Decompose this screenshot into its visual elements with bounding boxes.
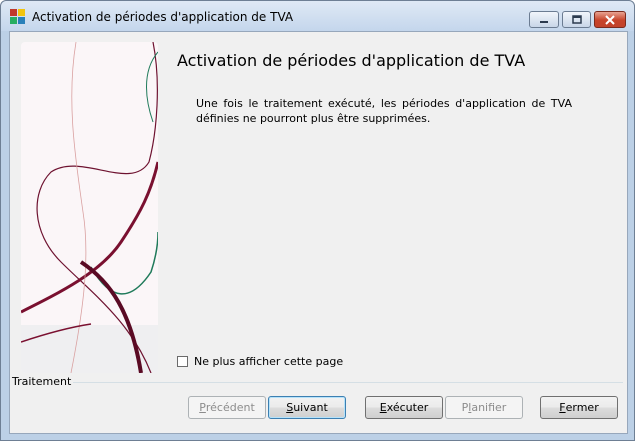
group-label-traitement: Traitement xyxy=(12,375,74,388)
minimize-icon xyxy=(540,20,548,23)
dont-show-again-label: Ne plus afficher cette page xyxy=(194,355,344,368)
previous-button[interactable]: Précédent xyxy=(188,396,266,419)
close-button[interactable] xyxy=(594,11,626,28)
app-icon xyxy=(10,9,26,25)
minimize-button[interactable] xyxy=(529,11,559,28)
schedule-button[interactable]: Pl anifier xyxy=(445,396,523,419)
maximize-icon xyxy=(571,15,582,24)
page-description: Une fois le traitement exécuté, les péri… xyxy=(196,97,572,125)
maximize-button[interactable] xyxy=(562,11,591,28)
dialog-window: Activation de périodes d'application de … xyxy=(0,0,635,441)
close-dialog-button[interactable]: Fermer xyxy=(540,396,618,419)
next-button[interactable]: Suivant xyxy=(268,396,346,419)
dont-show-again-checkbox[interactable] xyxy=(177,356,188,367)
dont-show-again-row[interactable]: Ne plus afficher cette page xyxy=(177,355,343,368)
execute-button[interactable]: Exécuter xyxy=(365,396,443,419)
page-title: Activation de périodes d'application de … xyxy=(177,51,526,70)
window-title: Activation de périodes d'application de … xyxy=(32,10,294,24)
decorative-side-panel xyxy=(21,42,158,373)
group-divider xyxy=(64,382,623,383)
decorative-curves-image xyxy=(21,42,158,373)
close-icon xyxy=(605,14,615,25)
dialog-client-area: Activation de périodes d'application de … xyxy=(9,31,628,434)
title-bar[interactable]: Activation de périodes d'application de … xyxy=(1,1,634,31)
